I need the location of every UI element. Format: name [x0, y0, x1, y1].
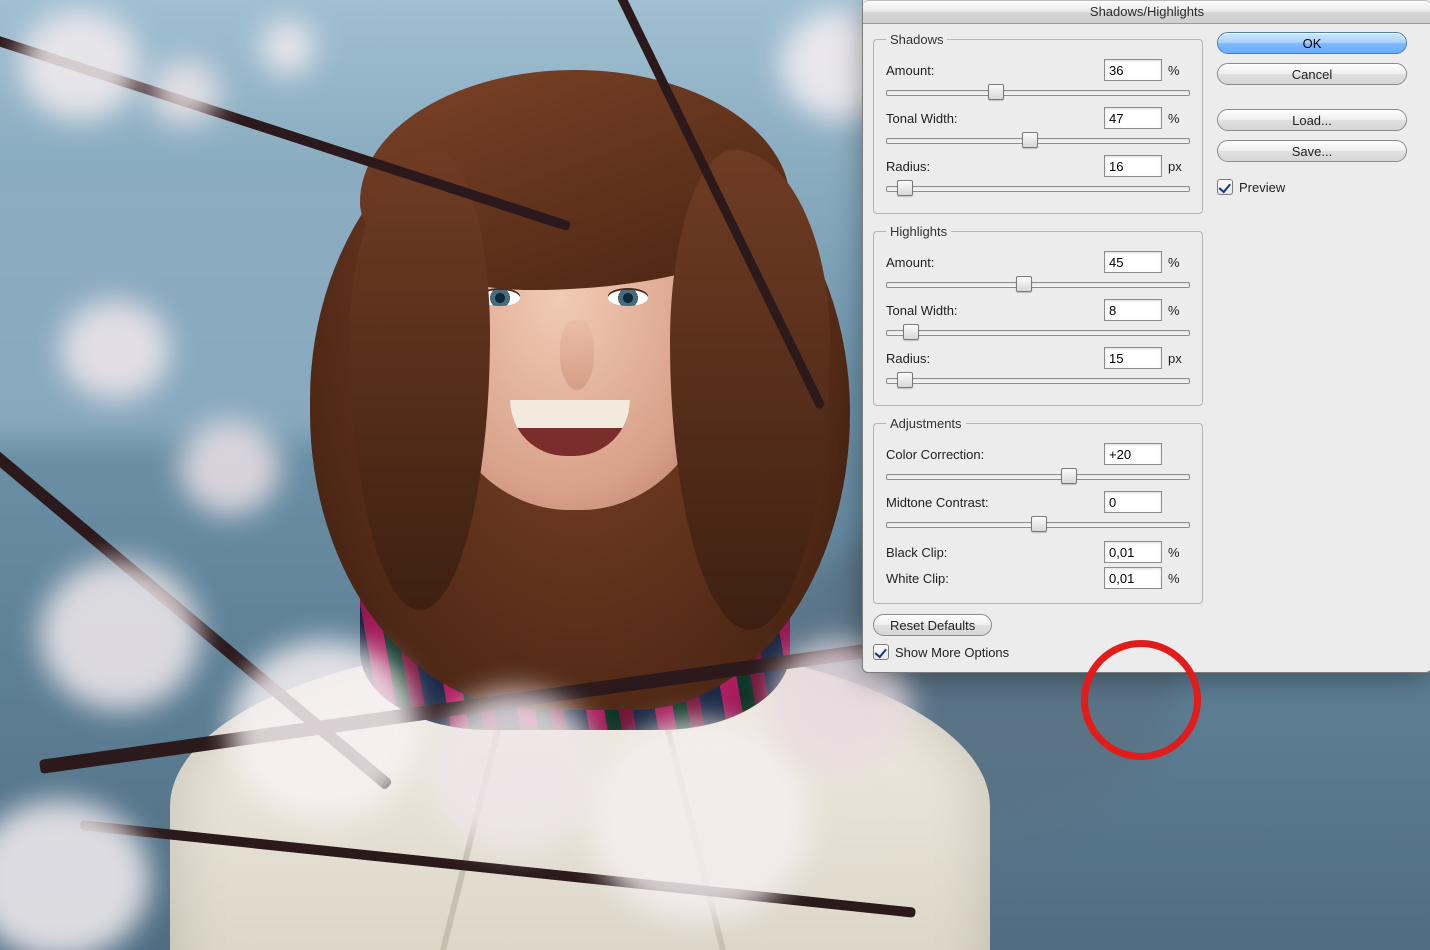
- highlights-legend: Highlights: [886, 224, 951, 239]
- blossom: [150, 60, 220, 125]
- shadows-radius-slider[interactable]: [886, 179, 1190, 197]
- checkbox-icon: [1217, 179, 1233, 195]
- highlights-amount-slider[interactable]: [886, 275, 1190, 293]
- show-more-options-label: Show More Options: [895, 645, 1009, 660]
- shadows-tonal-input[interactable]: [1104, 107, 1162, 129]
- cancel-button[interactable]: Cancel: [1217, 63, 1407, 85]
- shadows-tonal-label: Tonal Width:: [886, 111, 1104, 126]
- highlights-tonal-label: Tonal Width:: [886, 303, 1104, 318]
- ok-label: OK: [1303, 36, 1322, 51]
- slider-thumb[interactable]: [903, 324, 919, 340]
- unit: px: [1168, 159, 1190, 174]
- shadows-legend: Shadows: [886, 32, 947, 47]
- shadows-amount-slider[interactable]: [886, 83, 1190, 101]
- save-button[interactable]: Save...: [1217, 140, 1407, 162]
- white-clip-input[interactable]: [1104, 567, 1162, 589]
- shadows-highlights-dialog[interactable]: Shadows/Highlights Shadows Amount: % Ton…: [862, 0, 1430, 673]
- shadows-radius-input[interactable]: [1104, 155, 1162, 177]
- unit: %: [1168, 545, 1190, 560]
- reset-defaults-button[interactable]: Reset Defaults: [873, 614, 992, 636]
- shadows-amount-input[interactable]: [1104, 59, 1162, 81]
- slider-thumb[interactable]: [897, 372, 913, 388]
- white-clip-label: White Clip:: [886, 571, 1104, 586]
- adjustments-legend: Adjustments: [886, 416, 966, 431]
- unit: %: [1168, 255, 1190, 270]
- dialog-title: Shadows/Highlights: [1090, 4, 1204, 19]
- unit: %: [1168, 303, 1190, 318]
- highlights-radius-label: Radius:: [886, 351, 1104, 366]
- slider-thumb[interactable]: [1061, 468, 1077, 484]
- blossom: [60, 300, 170, 400]
- blossom: [180, 420, 280, 515]
- shadows-radius-label: Radius:: [886, 159, 1104, 174]
- black-clip-input[interactable]: [1104, 541, 1162, 563]
- highlights-amount-input[interactable]: [1104, 251, 1162, 273]
- show-more-options-checkbox[interactable]: Show More Options: [873, 644, 1203, 660]
- slider-thumb[interactable]: [988, 84, 1004, 100]
- blossom: [230, 640, 420, 820]
- blossom: [430, 690, 600, 850]
- highlights-group: Highlights Amount: % Tonal Width: % Radi…: [873, 224, 1203, 406]
- preview-label: Preview: [1239, 180, 1285, 195]
- shadows-tonal-slider[interactable]: [886, 131, 1190, 149]
- shadows-amount-label: Amount:: [886, 63, 1104, 78]
- reset-defaults-label: Reset Defaults: [890, 618, 975, 633]
- highlights-amount-label: Amount:: [886, 255, 1104, 270]
- checkbox-icon: [873, 644, 889, 660]
- highlights-tonal-slider[interactable]: [886, 323, 1190, 341]
- midtone-contrast-input[interactable]: [1104, 491, 1162, 513]
- eye: [608, 290, 648, 306]
- blossom: [20, 10, 140, 120]
- dialog-titlebar[interactable]: Shadows/Highlights: [863, 0, 1430, 24]
- color-correction-input[interactable]: [1104, 443, 1162, 465]
- slider-thumb[interactable]: [897, 180, 913, 196]
- nose: [560, 320, 594, 390]
- slider-thumb[interactable]: [1031, 516, 1047, 532]
- adjustments-group: Adjustments Color Correction: Midtone Co…: [873, 416, 1203, 604]
- shadows-group: Shadows Amount: % Tonal Width: % Radius:…: [873, 32, 1203, 214]
- cancel-label: Cancel: [1292, 67, 1332, 82]
- ok-button[interactable]: OK: [1217, 32, 1407, 54]
- unit: px: [1168, 351, 1190, 366]
- blossom: [260, 20, 315, 75]
- blossom: [40, 560, 200, 710]
- unit: %: [1168, 63, 1190, 78]
- highlights-tonal-input[interactable]: [1104, 299, 1162, 321]
- unit: %: [1168, 111, 1190, 126]
- highlights-radius-input[interactable]: [1104, 347, 1162, 369]
- midtone-contrast-label: Midtone Contrast:: [886, 495, 1104, 510]
- midtone-contrast-slider[interactable]: [886, 515, 1190, 533]
- save-label: Save...: [1292, 144, 1332, 159]
- blossom: [590, 720, 810, 920]
- load-label: Load...: [1292, 113, 1332, 128]
- black-clip-label: Black Clip:: [886, 545, 1104, 560]
- color-correction-label: Color Correction:: [886, 447, 1104, 462]
- load-button[interactable]: Load...: [1217, 109, 1407, 131]
- color-correction-slider[interactable]: [886, 467, 1190, 485]
- highlights-radius-slider[interactable]: [886, 371, 1190, 389]
- unit: %: [1168, 571, 1190, 586]
- slider-thumb[interactable]: [1022, 132, 1038, 148]
- slider-thumb[interactable]: [1016, 276, 1032, 292]
- preview-checkbox[interactable]: Preview: [1217, 179, 1407, 195]
